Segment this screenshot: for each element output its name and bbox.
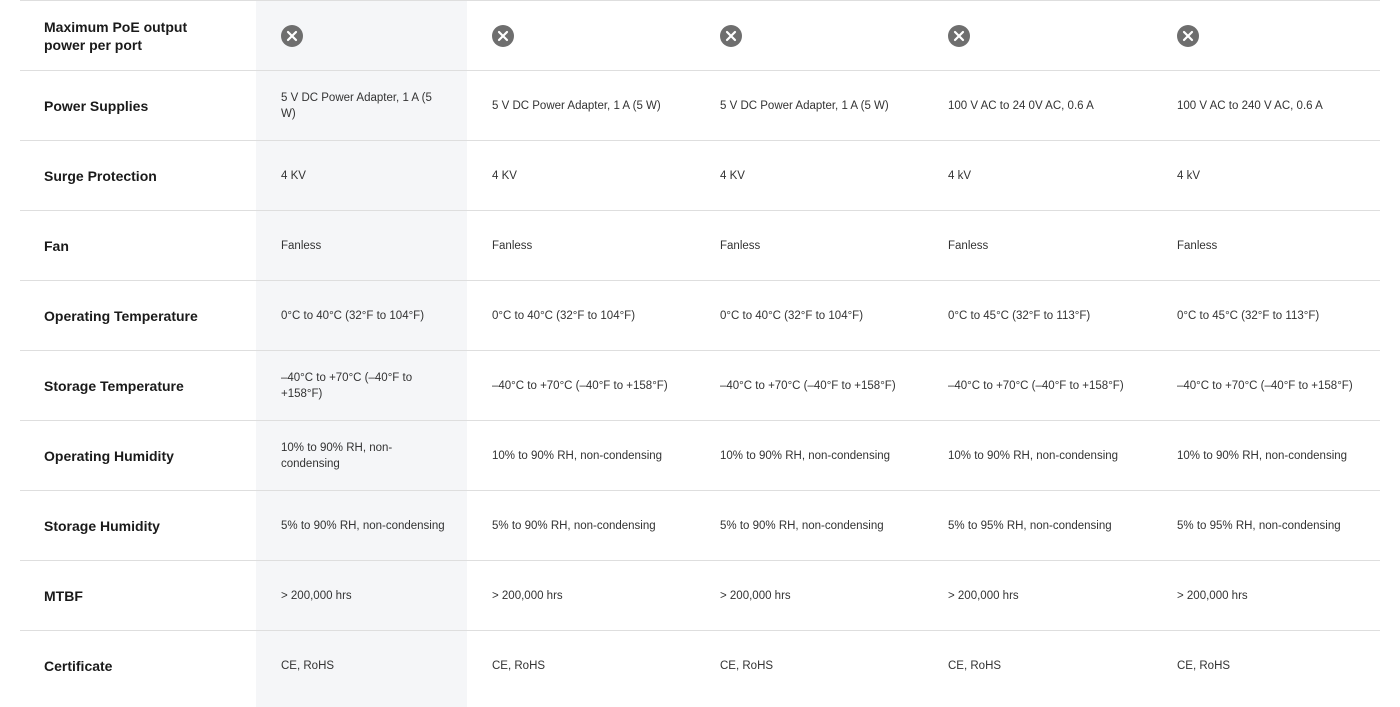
spec-comparison-table: Maximum PoE output power per port Power … — [20, 0, 1380, 701]
table-cell: 0°C to 40°C (32°F to 104°F) — [281, 309, 425, 322]
table-cell: 5% to 95% RH, non-condensing — [948, 519, 1112, 532]
table-cell: 10% to 90% RH, non-condensing — [948, 449, 1119, 462]
cell-not-supported — [923, 1, 1152, 70]
cell-not-supported — [695, 1, 923, 70]
table-cell: 4 KV — [492, 169, 517, 182]
table-cell: 10% to 90% RH, non-condensing — [720, 449, 891, 462]
x-circle-icon — [281, 24, 303, 47]
table-cell: > 200,000 hrs — [492, 589, 563, 602]
table-cell: 5 V DC Power Adapter, 1 A (5 W) — [720, 99, 889, 112]
row-label: Surge Protection — [44, 167, 157, 184]
cell-not-supported — [256, 1, 467, 70]
table-cell: 0°C to 40°C (32°F to 104°F) — [720, 309, 864, 322]
row-label: Operating Humidity — [44, 447, 174, 464]
table-cell: 4 KV — [720, 169, 745, 182]
cell-not-supported — [467, 1, 695, 70]
row-label: Fan — [44, 237, 69, 254]
table-cell: 5 V DC Power Adapter, 1 A (5 W) — [281, 91, 432, 120]
table-row-certificate: Certificate CE, RoHS CE, RoHS CE, RoHS C… — [20, 631, 1380, 701]
table-row-fan: Fan Fanless Fanless Fanless Fanless Fanl… — [20, 211, 1380, 281]
table-cell: 10% to 90% RH, non-condensing — [281, 441, 393, 470]
table-cell: –40°C to +70°C (–40°F to +158°F) — [281, 371, 413, 400]
table-cell: > 200,000 hrs — [948, 589, 1019, 602]
row-label: Operating Temperature — [44, 307, 198, 324]
table-cell: 4 kV — [1177, 169, 1201, 182]
table-row-storage-humidity: Storage Humidity 5% to 90% RH, non-conde… — [20, 491, 1380, 561]
row-label: Power Supplies — [44, 97, 149, 114]
table-cell: 5% to 90% RH, non-condensing — [720, 519, 884, 532]
table-cell: > 200,000 hrs — [720, 589, 791, 602]
table-cell: 0°C to 45°C (32°F to 113°F) — [1177, 309, 1320, 322]
row-label: Certificate — [44, 658, 113, 674]
row-label: Storage Temperature — [44, 377, 184, 394]
table-row-operating-humidity: Operating Humidity 10% to 90% RH, non-co… — [20, 421, 1380, 491]
row-label: Maximum PoE output power per port — [44, 18, 188, 53]
table-cell: 5% to 90% RH, non-condensing — [281, 519, 445, 532]
table-cell: Fanless — [948, 239, 989, 252]
table-cell: CE, RoHS — [948, 660, 1002, 672]
table-row-mtbf: MTBF > 200,000 hrs > 200,000 hrs > 200,0… — [20, 561, 1380, 631]
table-cell: > 200,000 hrs — [281, 589, 352, 602]
table-cell: 10% to 90% RH, non-condensing — [492, 449, 663, 462]
table-cell: CE, RoHS — [492, 660, 546, 672]
table-cell: 100 V AC to 240 V AC, 0.6 A — [1177, 99, 1323, 112]
x-circle-icon — [1177, 24, 1199, 47]
table-cell: Fanless — [720, 239, 761, 252]
table-cell: –40°C to +70°C (–40°F to +158°F) — [948, 379, 1124, 392]
table-cell: 4 KV — [281, 169, 306, 182]
x-circle-icon — [720, 24, 742, 47]
table-cell: 4 kV — [948, 169, 972, 182]
x-circle-icon — [492, 24, 514, 47]
cell-not-supported — [1152, 1, 1380, 70]
table-cell: 5% to 90% RH, non-condensing — [492, 519, 656, 532]
table-cell: CE, RoHS — [720, 660, 774, 672]
table-cell: 0°C to 45°C (32°F to 113°F) — [948, 309, 1091, 322]
table-row-power-supplies: Power Supplies 5 V DC Power Adapter, 1 A… — [20, 71, 1380, 141]
table-cell: –40°C to +70°C (–40°F to +158°F) — [1177, 379, 1353, 392]
table-cell: 10% to 90% RH, non-condensing — [1177, 449, 1348, 462]
table-row-storage-temperature: Storage Temperature –40°C to +70°C (–40°… — [20, 351, 1380, 421]
table-cell: Fanless — [281, 239, 322, 252]
table-cell: 100 V AC to 24 0V AC, 0.6 A — [948, 99, 1094, 112]
table-cell: Fanless — [492, 239, 533, 252]
table-cell: –40°C to +70°C (–40°F to +158°F) — [492, 379, 668, 392]
table-row-surge-protection: Surge Protection 4 KV 4 KV 4 KV 4 kV 4 k… — [20, 141, 1380, 211]
x-circle-icon — [948, 24, 970, 47]
table-cell: Fanless — [1177, 239, 1218, 252]
table-row-operating-temperature: Operating Temperature 0°C to 40°C (32°F … — [20, 281, 1380, 351]
table-cell: 0°C to 40°C (32°F to 104°F) — [492, 309, 636, 322]
table-row-max-poe-output: Maximum PoE output power per port — [20, 1, 1380, 71]
table-cell: –40°C to +70°C (–40°F to +158°F) — [720, 379, 896, 392]
table-cell: > 200,000 hrs — [1177, 589, 1248, 602]
table-cell: CE, RoHS — [281, 660, 335, 672]
table-cell: 5% to 95% RH, non-condensing — [1177, 519, 1341, 532]
row-label: MTBF — [44, 587, 83, 604]
row-label: Storage Humidity — [44, 517, 160, 534]
table-cell: CE, RoHS — [1177, 660, 1231, 672]
table-cell: 5 V DC Power Adapter, 1 A (5 W) — [492, 99, 661, 112]
